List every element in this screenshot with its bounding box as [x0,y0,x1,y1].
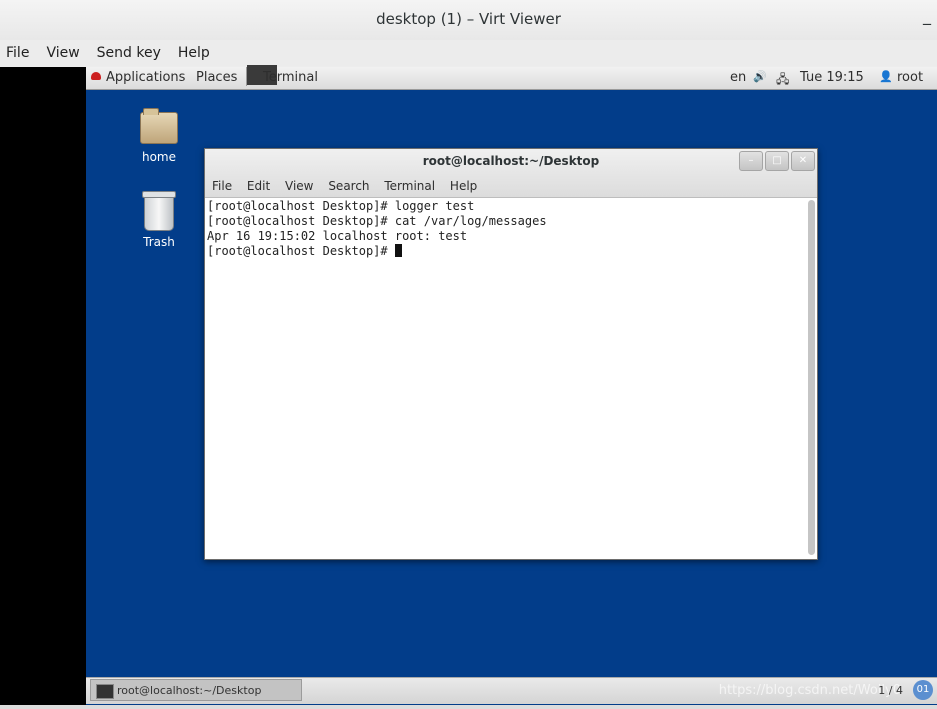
terminal-menu-file[interactable]: File [212,179,232,193]
console-prompt: [root@localhost Desktop]# [207,244,395,258]
menu-view[interactable]: View [46,45,79,61]
terminal-title: root@localhost:~/Desktop [422,154,600,168]
window-titlebar: desktop (1) – Virt Viewer _ [0,0,937,40]
terminal-menubar: File Edit View Search Terminal Help [212,179,488,193]
guest-desktop[interactable]: Applications Places Terminal en 🔊 🖧 Tue … [86,65,937,705]
terminal-scrollbar[interactable] [808,200,815,555]
home-folder-icon [140,108,178,144]
watermark: https://blog.csdn.net/Wolly0 [718,683,901,698]
applications-menu[interactable]: Applications [91,70,185,85]
keyboard-layout[interactable]: en [730,70,746,85]
terminal-launcher[interactable]: Terminal [246,65,318,86]
terminal-menu-edit[interactable]: Edit [247,179,270,193]
terminal-window[interactable]: root@localhost:~/Desktop – □ ✕ File Edit… [204,148,818,560]
terminal-minimize-button[interactable]: – [739,151,763,171]
terminal-maximize-button[interactable]: □ [765,151,789,171]
window-bottom-edge [0,705,937,709]
terminal-menu-search[interactable]: Search [328,179,369,193]
volume-icon[interactable]: 🔊 [753,70,767,83]
menu-help[interactable]: Help [178,45,210,61]
menu-send-key[interactable]: Send key [97,45,161,61]
terminal-header[interactable]: root@localhost:~/Desktop – □ ✕ File Edit… [205,149,817,198]
terminal-icon [96,684,114,699]
top-panel: Applications Places Terminal en 🔊 🖧 Tue … [86,65,937,91]
guest-display[interactable]: Applications Places Terminal en 🔊 🖧 Tue … [0,65,937,705]
user-icon: 👤 [879,70,893,83]
console-line: Apr 16 19:15:02 localhost root: test [207,229,468,243]
trash-icon [142,191,176,231]
terminal-menu-terminal[interactable]: Terminal [384,179,435,193]
minimize-button[interactable]: _ [923,6,931,25]
terminal-menu-help[interactable]: Help [450,179,477,193]
redhat-icon [91,72,101,80]
console-line: [root@localhost Desktop]# logger test [207,199,475,213]
desktop-trash[interactable]: Trash [124,191,194,249]
clock[interactable]: Tue 19:15 [800,70,864,85]
console-line: [root@localhost Desktop]# cat /var/log/m… [207,214,547,228]
window-title: desktop (1) – Virt Viewer [376,10,561,28]
app-menubar: File View Send key Help [0,40,937,66]
terminal-console[interactable]: [root@localhost Desktop]# logger test [ro… [207,199,803,555]
terminal-close-button[interactable]: ✕ [791,151,815,171]
bottom-taskbar: root@localhost:~/Desktop https://blog.cs… [86,677,937,704]
avatar: 01 [913,680,933,700]
terminal-menu-view[interactable]: View [285,179,313,193]
places-menu[interactable]: Places [196,70,237,85]
menu-file[interactable]: File [6,45,29,61]
network-icon[interactable]: 🖧 [776,70,789,91]
taskbar-terminal-button[interactable]: root@localhost:~/Desktop [90,679,302,701]
desktop-home[interactable]: home [124,108,194,164]
user-menu[interactable]: root [897,70,923,85]
workspace-pager[interactable]: 1 / 4 [878,684,903,697]
text-cursor [394,244,402,257]
